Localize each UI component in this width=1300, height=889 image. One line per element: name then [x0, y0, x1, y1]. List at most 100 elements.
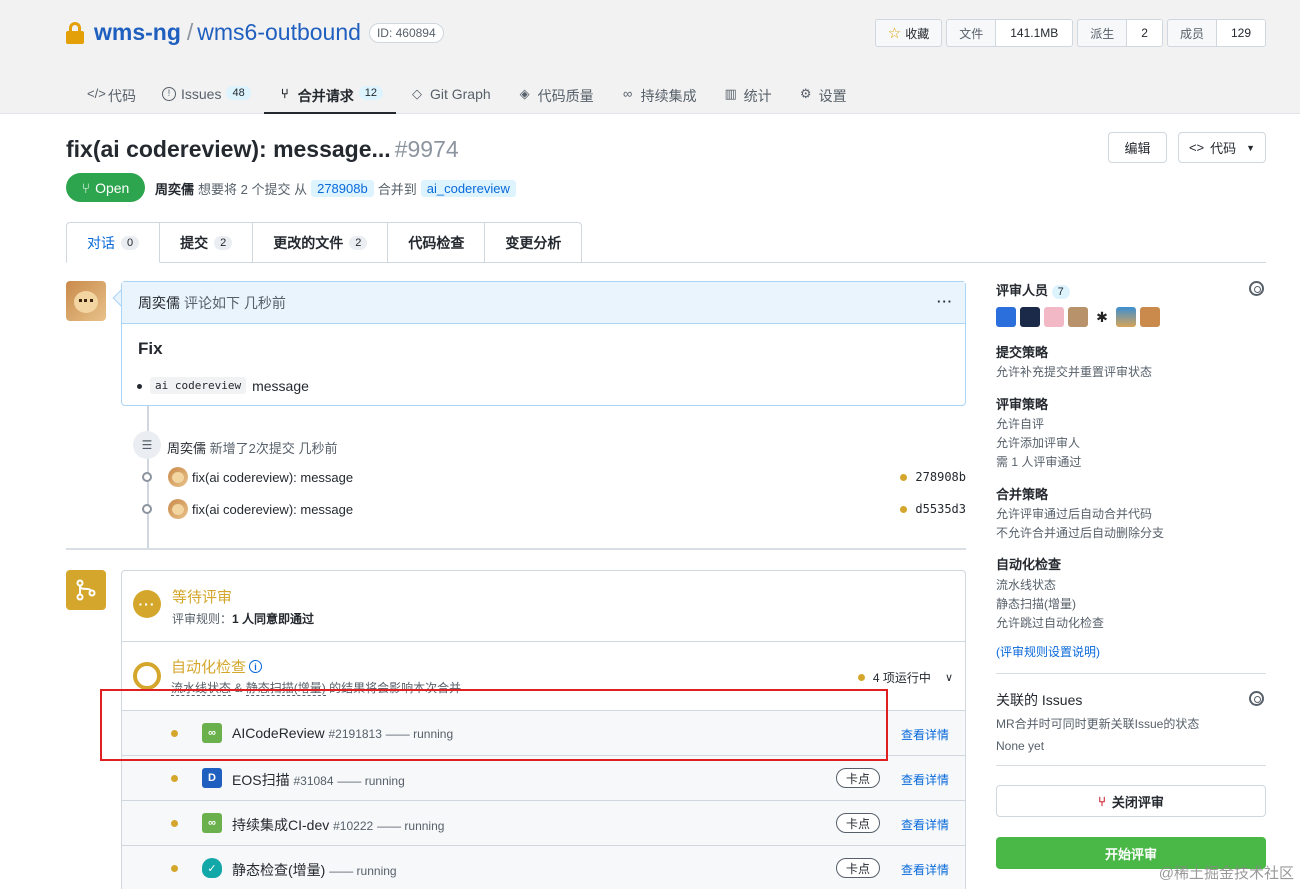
code-icon: </> — [87, 86, 106, 101]
tab-files-changed[interactable]: 更改的文件 2 — [253, 222, 389, 263]
running-count: 4 项运行中 — [872, 671, 931, 685]
members-button[interactable]: 成员 129 — [1166, 19, 1266, 47]
merge-icon — [66, 570, 106, 610]
repo-name-link[interactable]: wms6-outbound — [197, 19, 361, 46]
source-branch[interactable]: 278908b — [311, 180, 374, 197]
bar-chart-icon: ▥ — [724, 86, 737, 101]
tab-code-check[interactable]: 代码检查 — [388, 222, 486, 263]
tab-settings[interactable]: ⚙ 设置 — [785, 76, 860, 114]
sidebar-divider — [996, 765, 1266, 766]
members-count: 129 — [1215, 20, 1265, 46]
files-button[interactable]: 文件 141.1MB — [946, 19, 1074, 47]
target-branch[interactable]: ai_codereview — [420, 180, 516, 197]
view-details-link[interactable]: 查看详情 — [901, 726, 949, 743]
view-details-link[interactable]: 查看详情 — [901, 816, 949, 833]
avatar[interactable] — [996, 307, 1016, 327]
pr-author[interactable]: 周奕儒 — [155, 179, 194, 198]
repo-breadcrumb: wms-ng / wms6-outbound ID: 460894 — [66, 19, 444, 46]
caret-down-icon: ▼ — [1246, 142, 1256, 153]
check-id: #31084 — [293, 774, 334, 788]
avatar[interactable] — [1020, 307, 1040, 327]
gear-icon[interactable] — [1249, 691, 1264, 706]
forks-button[interactable]: 派生 2 — [1077, 19, 1163, 47]
info-icon[interactable]: i — [249, 660, 263, 673]
commit-node-icon — [142, 504, 152, 514]
avatar[interactable] — [1044, 307, 1064, 327]
issue-icon: ! — [162, 87, 176, 101]
auto-check-policy-title: 自动化检查 — [996, 557, 1062, 572]
tab-issues[interactable]: ! Issues 48 — [149, 76, 264, 114]
review-rules-link[interactable]: (评审规则设置说明) — [996, 643, 1100, 660]
view-details-link[interactable]: 查看详情 — [901, 861, 949, 878]
commit-node-icon — [142, 472, 152, 482]
code-dropdown-label: 代码 — [1210, 141, 1237, 156]
shield-icon: ◈ — [519, 86, 530, 101]
tab-code-label: 代码 — [108, 88, 136, 104]
repo-id-badge: ID: 460894 — [368, 22, 444, 43]
auto-check-title-text: 自动化检查 — [171, 659, 247, 676]
forks-count: 2 — [1126, 20, 1162, 46]
commit-sha[interactable]: 278908b — [900, 470, 966, 484]
tab-stats[interactable]: ▥ 统计 — [710, 76, 785, 114]
chevron-down-icon[interactable]: ∨ — [945, 671, 953, 684]
tab-commits-label: 提交 — [180, 234, 209, 251]
tab-git-graph[interactable]: ◇ Git Graph — [396, 76, 504, 114]
commit-message[interactable]: fix(ai codereview): message — [192, 502, 353, 517]
tab-conversation[interactable]: 对话 0 — [66, 222, 161, 263]
gear-icon[interactable] — [1249, 281, 1264, 296]
push-author[interactable]: 周奕儒 — [167, 441, 206, 456]
members-label: 成员 — [1179, 26, 1204, 41]
commit-sha[interactable]: d5535d3 — [900, 502, 966, 516]
merge-requests-count-badge: 12 — [358, 86, 383, 100]
check-status: —— running — [377, 819, 445, 833]
comment-heading: Fix — [138, 339, 163, 358]
tab-ci[interactable]: ∞ 持续集成 — [607, 76, 710, 114]
blocking-badge: 卡点 — [836, 858, 881, 878]
merge-request-closed-icon: ⑂ — [1098, 793, 1106, 809]
avatar[interactable] — [66, 281, 106, 321]
reviewers-title-text: 评审人员 — [996, 283, 1049, 298]
pr-title-text: fix(ai codereview): message... — [66, 136, 391, 162]
comment-card: 周奕儒 评论如下 几秒前 ··· Fix ai codereview messa… — [121, 281, 966, 406]
edit-button[interactable]: 编辑 — [1108, 132, 1167, 163]
tab-change-analysis[interactable]: 变更分析 — [485, 222, 583, 263]
issues-count-badge: 48 — [226, 86, 251, 100]
tab-code[interactable]: </> 代码 — [74, 76, 149, 114]
review-status-row: ··· 等待评审 评审规则：1 人同意即通过 — [122, 571, 965, 642]
review-rule-label: 评审规则： — [172, 612, 233, 626]
check-name: 静态检查(增量) — [232, 862, 326, 878]
avatar[interactable] — [1116, 307, 1136, 327]
linked-issues-title: 关联的 Issues — [996, 692, 1083, 708]
comment-author[interactable]: 周奕儒 — [138, 293, 180, 313]
commit-sha-text: d5535d3 — [915, 502, 966, 516]
review-policy-title: 评审策略 — [996, 397, 1049, 412]
tab-commits[interactable]: 提交 2 — [160, 222, 254, 263]
auto-check-policy-item: 流水线状态 — [996, 578, 1057, 592]
status-label: Open — [95, 179, 130, 196]
avatar — [168, 467, 188, 487]
avatar[interactable] — [1068, 307, 1088, 327]
avatar[interactable]: ✱ — [1092, 307, 1112, 327]
status-dot-icon — [171, 775, 178, 782]
push-event: 周奕儒 新增了2次提交 几秒前 — [167, 438, 337, 457]
reviewers-title: 评审人员 7 — [996, 280, 1070, 299]
comment-item-text: message — [252, 377, 309, 394]
files-size: 141.1MB — [995, 20, 1073, 46]
check-id: #10222 — [333, 819, 374, 833]
tab-merge-requests[interactable]: ⑂ 合并请求 12 — [263, 76, 396, 114]
close-review-button[interactable]: ⑂ 关闭评审 — [996, 785, 1266, 817]
code-dropdown-button[interactable]: <> 代码 ▼ — [1178, 132, 1266, 163]
star-label: 收藏 — [905, 26, 930, 41]
star-button[interactable]: ☆ 收藏 — [874, 19, 943, 47]
comment-time: 评论如下 几秒前 — [184, 294, 286, 311]
avatar[interactable] — [1140, 307, 1160, 327]
view-details-link[interactable]: 查看详情 — [901, 771, 949, 788]
review-policy-item: 允许自评 — [996, 417, 1045, 431]
repo-owner-link[interactable]: wms-ng — [94, 19, 181, 46]
pipeline-icon: ∞ — [202, 813, 222, 833]
commit-message[interactable]: fix(ai codereview): message — [192, 470, 353, 485]
more-options-icon[interactable]: ··· — [937, 294, 953, 309]
review-rule-value: 1 人同意即通过 — [232, 612, 315, 626]
blocking-badge: 卡点 — [836, 768, 881, 788]
tab-code-quality[interactable]: ◈ 代码质量 — [504, 76, 607, 114]
